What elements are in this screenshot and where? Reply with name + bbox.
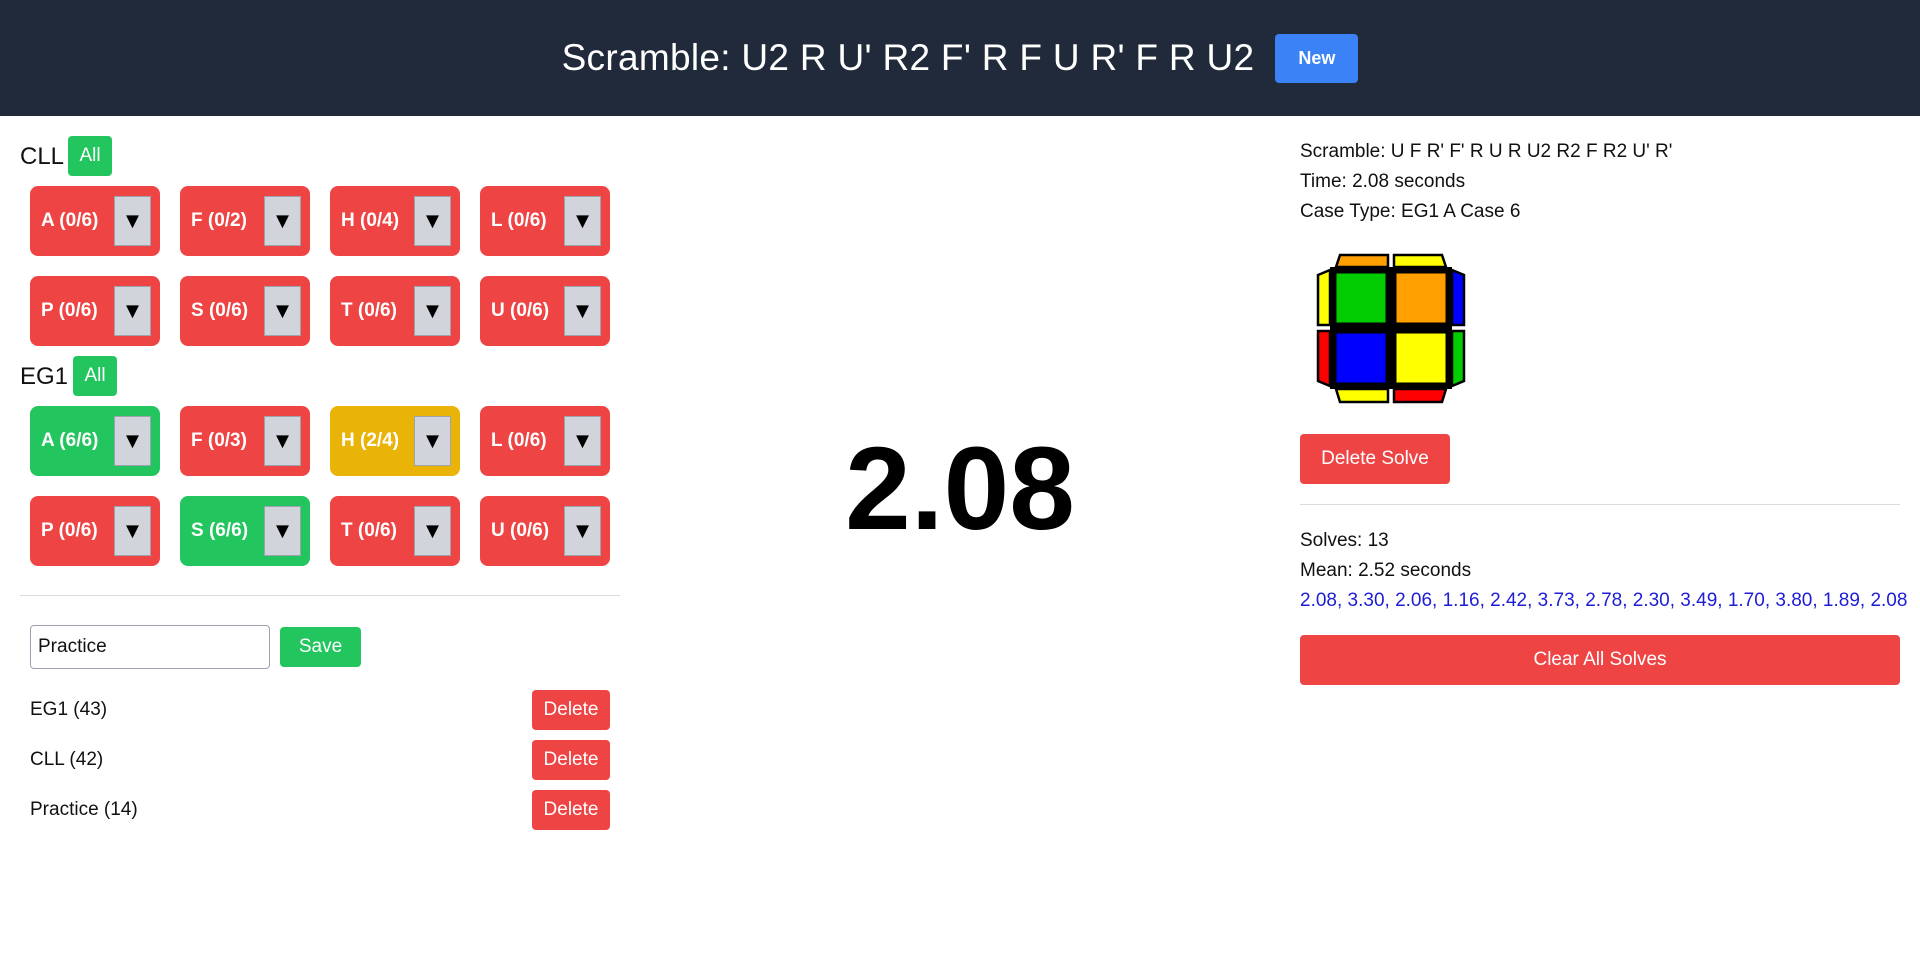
eg1-case-button[interactable]: S (6/6) ▼ [180,496,310,566]
case-label: F (0/2) [191,210,247,231]
dropdown-toggle[interactable]: ▼ [114,196,151,246]
case-label: A (0/6) [41,210,99,231]
solve-count: Solves: 13 [1300,530,1389,551]
cll-case-button[interactable]: F (0/2) ▼ [180,186,310,256]
dropdown-toggle[interactable]: ▼ [414,196,451,246]
dropdown-toggle[interactable]: ▼ [114,416,151,466]
cll-case-button[interactable]: U (0/6) ▼ [480,276,610,346]
dropdown-toggle[interactable]: ▼ [264,196,301,246]
mean-time: Mean: 2.52 seconds [1300,560,1472,581]
saved-set-row: Practice (14) Delete [30,790,610,830]
case-label: H (0/4) [341,210,400,231]
case-label: U (0/6) [491,520,550,541]
case-label: P (0/6) [41,300,98,321]
eg1-case-button[interactable]: H (2/4) ▼ [330,406,460,476]
case-label: T (0/6) [341,300,397,321]
saved-set-row: EG1 (43) Delete [30,690,610,730]
cube-sticker [1334,253,1390,269]
dropdown-toggle[interactable]: ▼ [264,416,301,466]
dropdown-toggle[interactable]: ▼ [564,416,601,466]
case-label: L (0/6) [491,210,547,231]
dropdown-toggle[interactable]: ▼ [264,286,301,336]
dropdown-toggle[interactable]: ▼ [114,286,151,336]
saved-set-name: CLL (42) [30,749,104,770]
cll-case-button[interactable]: H (0/4) ▼ [330,186,460,256]
case-label: A (6/6) [41,430,99,451]
cll-case-button[interactable]: L (0/6) ▼ [480,186,610,256]
new-scramble-button[interactable]: New [1275,33,1359,83]
case-label: T (0/6) [341,520,397,541]
timer-display[interactable]: 2.08 [780,430,1140,548]
dropdown-toggle[interactable]: ▼ [264,506,301,556]
dropdown-toggle[interactable]: ▼ [414,506,451,556]
cube-sticker [1392,253,1448,269]
case-label: F (0/3) [191,430,247,451]
saved-set-name: EG1 (43) [30,699,108,720]
cube-sticker [1335,332,1387,384]
cube-sticker [1316,329,1332,388]
case-label: L (0/6) [491,430,547,451]
eg1-case-button[interactable]: T (0/6) ▼ [330,496,460,566]
cube-sticker [1334,387,1390,404]
dropdown-toggle[interactable]: ▼ [564,196,601,246]
eg1-all-button[interactable]: All [73,356,117,396]
cube-sticker [1450,329,1466,388]
cll-case-button[interactable]: T (0/6) ▼ [330,276,460,346]
delete-set-button[interactable]: Delete [532,690,610,730]
case-label: P (0/6) [41,520,98,541]
eg1-case-button[interactable]: U (0/6) ▼ [480,496,610,566]
cube-diagram [1316,253,1466,404]
cll-all-button[interactable]: All [68,136,112,176]
cube-sticker [1450,268,1466,327]
delete-set-button[interactable]: Delete [532,740,610,780]
set-name-input[interactable] [30,625,270,669]
case-label: S (0/6) [191,300,249,321]
eg1-case-button[interactable]: L (0/6) ▼ [480,406,610,476]
cll-case-button[interactable]: A (0/6) ▼ [30,186,160,256]
dropdown-toggle[interactable]: ▼ [414,286,451,336]
cube-sticker [1395,272,1447,324]
last-time: Time: 2.08 seconds [1300,171,1466,192]
cll-case-button[interactable]: S (0/6) ▼ [180,276,310,346]
cll-case-button[interactable]: P (0/6) ▼ [30,276,160,346]
divider [20,595,620,596]
dropdown-toggle[interactable]: ▼ [114,506,151,556]
eg1-case-button[interactable]: P (0/6) ▼ [30,496,160,566]
dropdown-toggle[interactable]: ▼ [564,506,601,556]
case-label: H (2/4) [341,430,400,451]
last-scramble: Scramble: U F R' F' R U R U2 R2 F R2 U' … [1300,141,1673,162]
saved-set-row: CLL (42) Delete [30,740,610,780]
case-type: Case Type: EG1 A Case 6 [1300,201,1521,222]
dropdown-toggle[interactable]: ▼ [564,286,601,336]
divider [1300,504,1900,505]
times-list[interactable]: 2.08, 3.30, 2.06, 1.16, 2.42, 3.73, 2.78… [1300,590,1907,612]
scramble-title: Scramble: U2 R U' R2 F' R F U R' F R U2 [561,37,1255,78]
eg1-group-label: EG1 [20,363,69,390]
eg1-case-button[interactable]: A (6/6) ▼ [30,406,160,476]
clear-all-solves-button[interactable]: Clear All Solves [1300,635,1900,685]
cube-sticker [1335,272,1387,324]
dropdown-toggle[interactable]: ▼ [414,416,451,466]
cube-sticker [1316,268,1332,327]
eg1-case-button[interactable]: F (0/3) ▼ [180,406,310,476]
cube-sticker [1392,387,1448,404]
saved-set-name: Practice (14) [30,799,138,820]
case-label: S (6/6) [191,520,249,541]
delete-solve-button[interactable]: Delete Solve [1300,434,1450,484]
delete-set-button[interactable]: Delete [532,790,610,830]
top-bar: Scramble: U2 R U' R2 F' R F U R' F R U2 … [0,0,1920,116]
cube-sticker [1395,332,1447,384]
case-label: U (0/6) [491,300,550,321]
cll-group-label: CLL [20,143,65,170]
save-button[interactable]: Save [280,627,361,667]
